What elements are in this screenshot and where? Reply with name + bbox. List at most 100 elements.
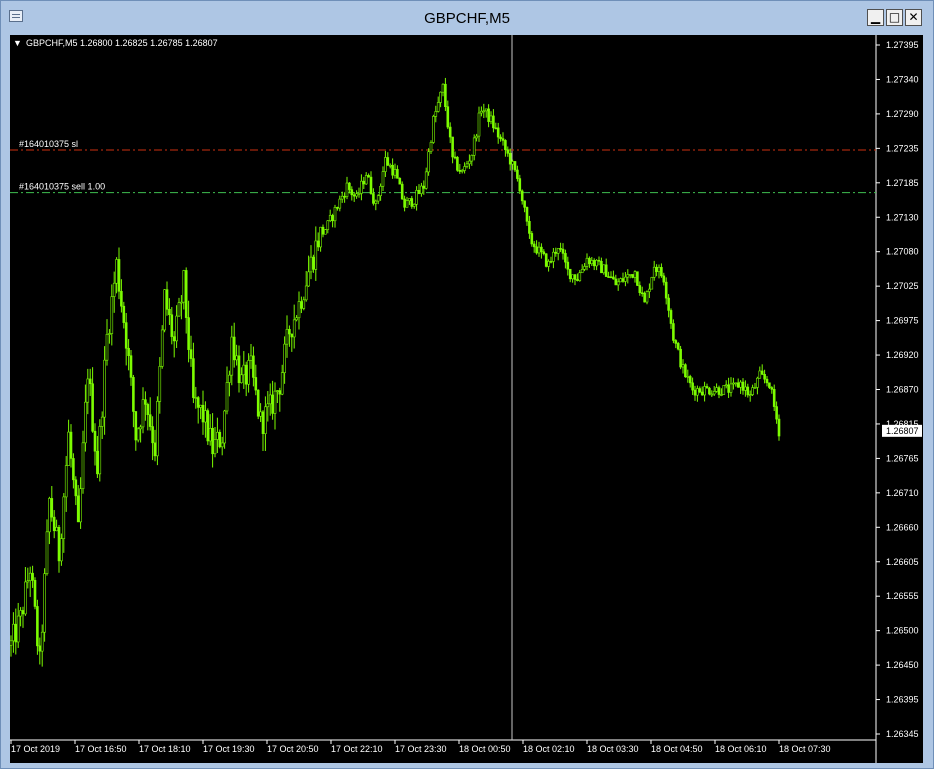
candle-body xyxy=(292,319,296,338)
candle-body xyxy=(748,394,752,396)
candle-body xyxy=(321,226,325,235)
candle-body xyxy=(316,240,320,248)
candle-body xyxy=(228,374,231,383)
candle-body xyxy=(700,391,704,396)
candle-body xyxy=(775,406,778,420)
candle-body xyxy=(223,410,226,444)
candle-body xyxy=(650,277,654,290)
price-tick-label: 1.27395 xyxy=(886,40,919,50)
candle-body xyxy=(679,348,682,368)
candle-body xyxy=(410,198,414,207)
candle-body xyxy=(468,160,471,165)
candle-body xyxy=(446,106,450,128)
candle-body xyxy=(499,136,502,139)
candle-body xyxy=(326,220,330,230)
candle-body xyxy=(667,297,670,311)
candle-body xyxy=(657,267,661,272)
candle-body xyxy=(463,166,466,171)
candle-body xyxy=(578,272,582,281)
candle-body xyxy=(458,170,462,172)
candle-body xyxy=(448,126,452,138)
candle-body xyxy=(477,112,481,137)
candle-body xyxy=(436,102,440,112)
candle-body xyxy=(28,572,32,581)
candle-body xyxy=(662,275,666,283)
candle-body xyxy=(280,372,284,395)
minimize-button[interactable]: ▁ xyxy=(867,9,884,26)
price-chart[interactable]: ▼ GBPCHF,M5 1.26800 1.26825 1.26785 1.26… xyxy=(10,35,923,763)
candle-body xyxy=(91,383,94,432)
window-title: GBPCHF,M5 xyxy=(424,10,510,27)
candle-body xyxy=(765,378,769,384)
candle-body xyxy=(357,193,361,195)
candle-body xyxy=(108,333,111,335)
candle-body xyxy=(648,288,651,292)
close-button[interactable]: ✕ xyxy=(905,9,922,26)
candle-body xyxy=(734,382,738,385)
chart-header-text: GBPCHF,M5 1.26800 1.26825 1.26785 1.2680… xyxy=(26,38,218,48)
time-tick-label: 17 Oct 20:50 xyxy=(267,744,319,754)
candle-body xyxy=(604,264,608,277)
candle-body xyxy=(194,397,198,399)
candle-body xyxy=(55,527,58,532)
candle-body xyxy=(576,279,579,281)
candle-body xyxy=(26,580,30,583)
candle-body xyxy=(621,278,625,282)
candle-body xyxy=(554,251,558,254)
candle-body xyxy=(177,302,181,317)
candle-body xyxy=(429,142,433,153)
candle-body xyxy=(168,309,171,316)
candle-body xyxy=(331,215,334,222)
maximize-button[interactable]: □ xyxy=(886,9,903,26)
candle-body xyxy=(676,343,680,350)
candle-body xyxy=(88,378,92,385)
candle-body xyxy=(506,149,510,154)
candle-body xyxy=(727,384,730,393)
price-tick-label: 1.26920 xyxy=(886,350,919,360)
candle-body xyxy=(535,246,538,254)
candle-body xyxy=(182,270,186,303)
candle-body xyxy=(494,127,498,130)
candle-body xyxy=(686,376,690,378)
chart-canvas[interactable]: ▼ GBPCHF,M5 1.26800 1.26825 1.26785 1.26… xyxy=(10,35,923,763)
candle-body xyxy=(93,430,97,452)
candle-body xyxy=(388,164,392,167)
price-tick-label: 1.26710 xyxy=(886,488,919,498)
candle-body xyxy=(412,203,416,207)
candle-body xyxy=(633,271,637,278)
candle-body xyxy=(415,189,418,205)
candle-body xyxy=(165,289,169,310)
candle-body xyxy=(496,127,500,138)
candle-body xyxy=(741,381,745,391)
candle-body xyxy=(660,267,663,277)
candle-body xyxy=(756,377,759,388)
candle-body xyxy=(631,274,634,278)
candle-body xyxy=(74,479,78,497)
candle-body xyxy=(556,248,560,254)
candle-body xyxy=(132,377,135,412)
candle-body xyxy=(201,404,205,423)
candle-body xyxy=(703,386,706,396)
candle-body xyxy=(307,271,310,287)
candle-body xyxy=(717,387,721,395)
candle-body xyxy=(340,195,344,200)
candle-body xyxy=(386,157,390,166)
chart-menu-arrow-icon[interactable]: ▼ xyxy=(13,38,22,48)
candle-body xyxy=(424,171,428,189)
candle-body xyxy=(67,431,70,466)
candle-body xyxy=(158,366,162,402)
candle-body xyxy=(489,115,493,122)
candle-body xyxy=(180,301,183,304)
candle-body xyxy=(103,359,106,418)
candle-body xyxy=(254,377,258,391)
candle-body xyxy=(636,271,639,286)
candle-body xyxy=(571,274,574,280)
candle-body xyxy=(720,394,723,396)
candle-body xyxy=(376,195,380,202)
candle-body xyxy=(184,270,188,318)
title-bar[interactable]: GBPCHF,M5 ▁ □ ✕ xyxy=(1,1,933,35)
candle-body xyxy=(362,180,366,185)
candle-body xyxy=(84,401,87,444)
candle-body xyxy=(487,108,490,122)
price-tick-label: 1.26605 xyxy=(886,557,919,567)
